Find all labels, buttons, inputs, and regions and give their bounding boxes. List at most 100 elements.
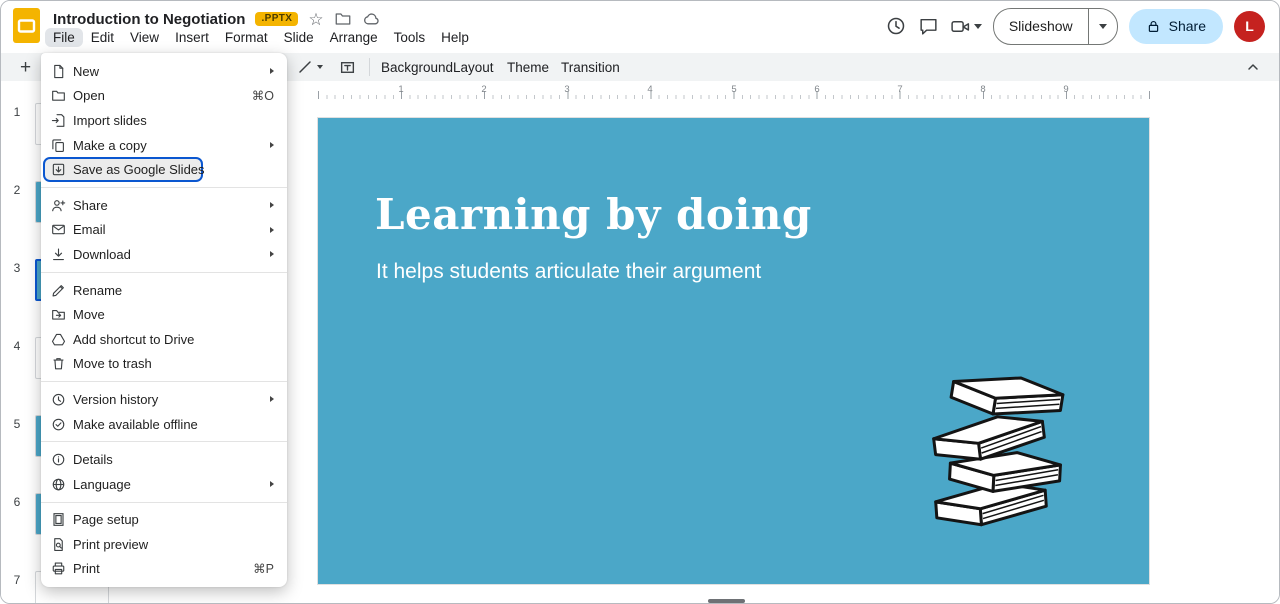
file-menu-item-download[interactable]: Download <box>41 242 287 267</box>
account-avatar[interactable]: L <box>1234 11 1265 42</box>
ruler-mark: 7 <box>897 84 902 95</box>
menu-separator <box>41 502 287 503</box>
menu-help[interactable]: Help <box>433 28 477 47</box>
line-tool-icon[interactable] <box>297 59 313 75</box>
move-folder-icon[interactable] <box>334 10 352 28</box>
version-history-icon[interactable] <box>885 15 907 37</box>
transition-button[interactable]: Transition <box>553 57 628 78</box>
text-box-tool-icon[interactable] <box>339 59 356 76</box>
slide-number: 6 <box>7 495 27 509</box>
file-menu-item-print[interactable]: Print ⌘P <box>41 557 287 582</box>
slideshow-dropdown-caret[interactable] <box>1089 9 1117 44</box>
file-menu-dropdown: New Open ⌘O Import slides Make a copy <box>41 53 287 587</box>
submenu-arrow-icon <box>270 396 274 402</box>
keyboard-shortcut: ⌘P <box>253 561 274 576</box>
menu-separator <box>41 272 287 273</box>
slide-number: 4 <box>7 339 27 353</box>
toolbar-divider <box>369 58 370 76</box>
lock-icon <box>1146 19 1161 34</box>
email-icon <box>50 222 66 238</box>
submenu-arrow-icon <box>270 202 274 208</box>
slide-subtitle[interactable]: It helps students articulate their argum… <box>376 260 761 284</box>
slide-number: 7 <box>7 573 27 587</box>
file-menu-item-move[interactable]: Move <box>41 302 287 327</box>
menu-arrange[interactable]: Arrange <box>322 28 386 47</box>
keyboard-shortcut: ⌘O <box>252 88 274 103</box>
document-title[interactable]: Introduction to Negotiation <box>53 11 245 28</box>
stacked-books-image[interactable] <box>906 354 1106 534</box>
layout-button[interactable]: Layout <box>445 57 502 78</box>
camera-dropdown-caret-icon[interactable] <box>974 24 982 29</box>
submenu-arrow-icon <box>270 68 274 74</box>
file-menu-item-add-shortcut-to-drive[interactable]: Add shortcut to Drive <box>41 327 287 352</box>
google-slides-window: Introduction to Negotiation .PPTX ☆ File… <box>0 0 1280 604</box>
globe-icon <box>50 476 66 492</box>
file-menu-item-save-as-google-slides[interactable]: Save as Google Slides <box>41 157 287 182</box>
import-slides-icon <box>50 112 66 128</box>
menu-bar: File Edit View Insert Format Slide Arran… <box>45 28 477 47</box>
ruler-mark: 4 <box>647 84 652 95</box>
file-menu-item-version-history[interactable]: Version history <box>41 387 287 412</box>
file-menu-item-print-preview[interactable]: Print preview <box>41 532 287 557</box>
menu-file[interactable]: File <box>45 28 83 47</box>
slide-canvas[interactable]: Learning by doing It helps students arti… <box>318 118 1149 584</box>
slide-number: 5 <box>7 417 27 431</box>
menu-separator <box>41 381 287 382</box>
menu-format[interactable]: Format <box>217 28 276 47</box>
slides-logo-icon[interactable] <box>13 8 40 43</box>
theme-button[interactable]: Theme <box>499 57 557 78</box>
print-icon <box>50 561 66 577</box>
pptx-badge: .PPTX <box>255 12 298 26</box>
ruler-mark: 5 <box>731 84 736 95</box>
menu-separator <box>41 187 287 188</box>
submenu-arrow-icon <box>270 251 274 257</box>
slide-title[interactable]: Learning by doing <box>375 190 812 239</box>
comments-icon[interactable] <box>918 16 939 37</box>
menu-insert[interactable]: Insert <box>167 28 217 47</box>
slide-number: 2 <box>7 183 27 197</box>
info-icon <box>50 452 66 468</box>
save-as-slides-icon <box>50 162 66 178</box>
menu-slide[interactable]: Slide <box>276 28 322 47</box>
file-menu-item-share[interactable]: Share <box>41 193 287 218</box>
download-icon <box>50 246 66 262</box>
star-icon[interactable]: ☆ <box>308 11 323 28</box>
cloud-status-icon[interactable] <box>362 10 381 29</box>
file-menu-item-rename[interactable]: Rename <box>41 278 287 303</box>
slide-number: 1 <box>7 105 27 119</box>
print-preview-icon <box>50 536 66 552</box>
file-menu-item-page-setup[interactable]: Page setup <box>41 508 287 533</box>
top-bar: Introduction to Negotiation .PPTX ☆ File… <box>1 1 1279 51</box>
ruler-mark: 6 <box>814 84 819 95</box>
move-folder-icon <box>50 307 66 323</box>
new-slide-button[interactable]: + <box>20 58 31 77</box>
file-menu-item-new[interactable]: New <box>41 59 287 84</box>
submenu-arrow-icon <box>270 227 274 233</box>
copy-icon <box>50 137 66 153</box>
file-menu-item-import-slides[interactable]: Import slides <box>41 108 287 133</box>
meet-camera-icon[interactable] <box>950 16 982 37</box>
new-document-icon <box>50 63 66 79</box>
file-menu-item-make-available-offline[interactable]: Make available offline <box>41 412 287 437</box>
file-menu-item-move-to-trash[interactable]: Move to trash <box>41 352 287 377</box>
person-add-icon <box>50 197 66 213</box>
menu-view[interactable]: View <box>122 28 167 47</box>
menu-tools[interactable]: Tools <box>386 28 434 47</box>
submenu-arrow-icon <box>270 142 274 148</box>
file-menu-item-make-a-copy[interactable]: Make a copy <box>41 133 287 158</box>
menu-edit[interactable]: Edit <box>83 28 122 47</box>
collapse-toolbar-icon[interactable] <box>1245 59 1261 75</box>
file-menu-item-language[interactable]: Language <box>41 472 287 497</box>
rename-pencil-icon <box>50 282 66 298</box>
file-menu-item-email[interactable]: Email <box>41 218 287 243</box>
file-menu-item-details[interactable]: Details <box>41 447 287 472</box>
ruler-mark: 3 <box>564 84 569 95</box>
share-button[interactable]: Share <box>1129 9 1223 44</box>
horizontal-scrollbar[interactable] <box>708 599 745 603</box>
submenu-arrow-icon <box>270 481 274 487</box>
open-folder-icon <box>50 88 66 104</box>
line-tool-caret-icon[interactable] <box>317 65 323 69</box>
clock-history-icon <box>50 391 66 407</box>
slideshow-button[interactable]: Slideshow <box>994 9 1088 44</box>
file-menu-item-open[interactable]: Open ⌘O <box>41 84 287 109</box>
